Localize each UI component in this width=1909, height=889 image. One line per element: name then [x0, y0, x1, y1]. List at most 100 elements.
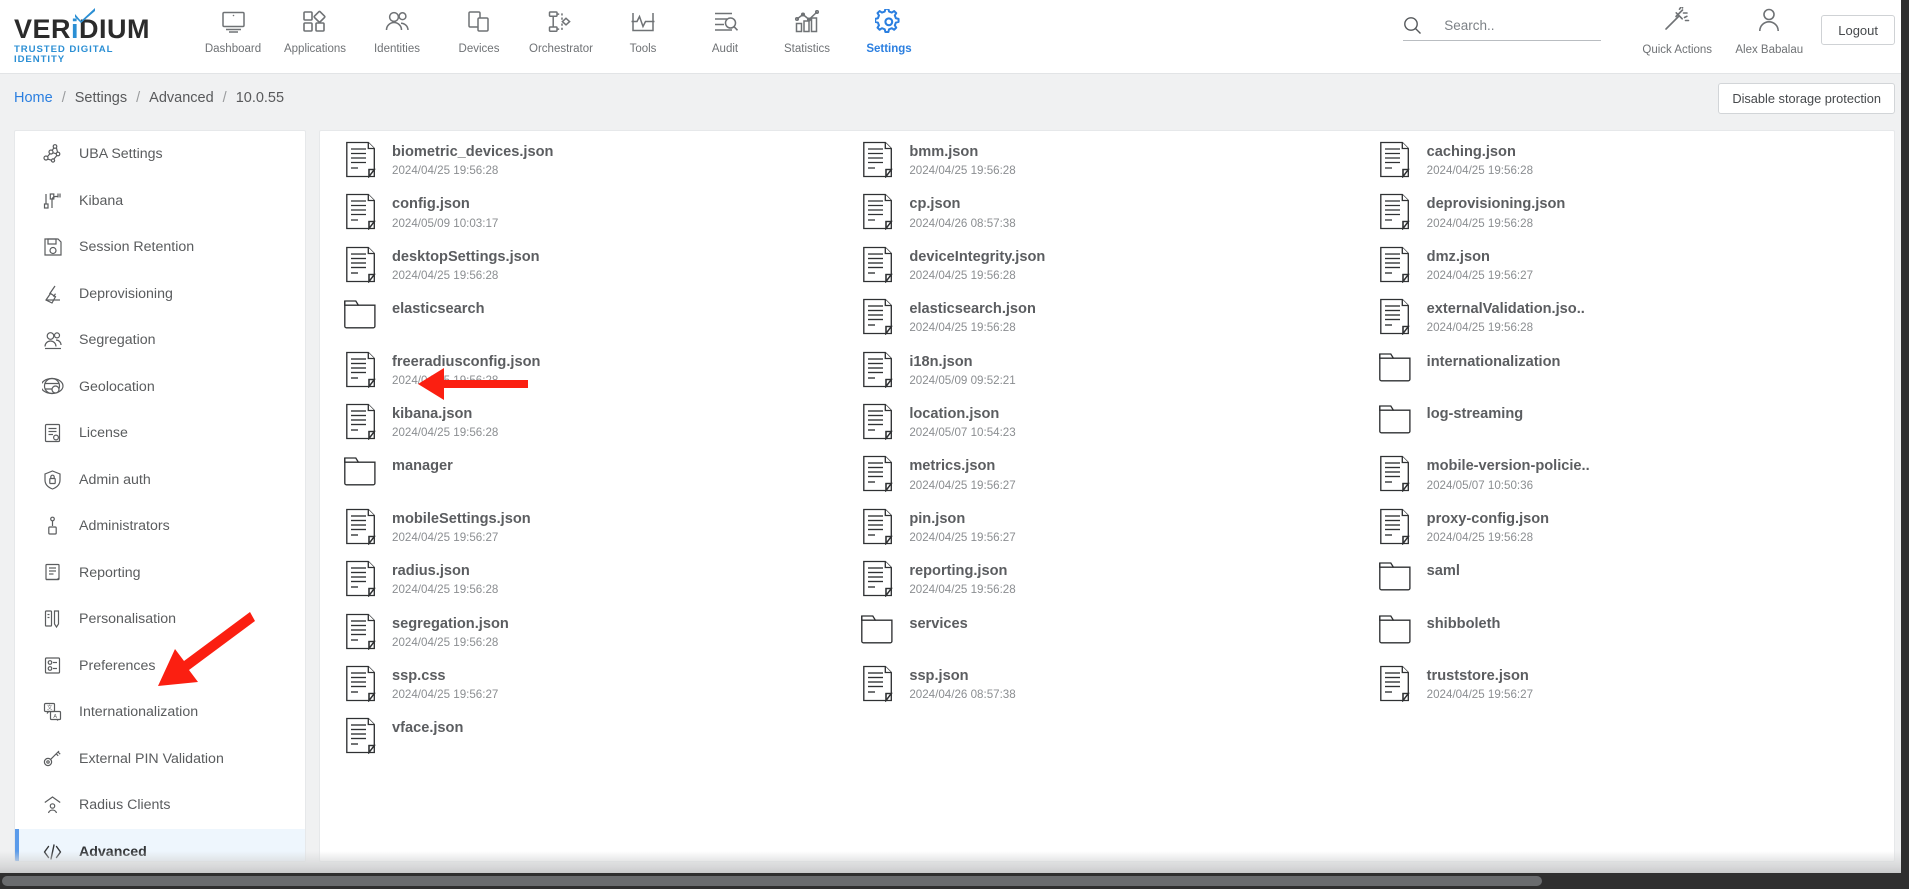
folder-item[interactable]: elasticsearch [342, 294, 859, 346]
nav-label: Identities [374, 43, 420, 55]
file-item[interactable]: kibana.json2024/04/25 19:56:28 [342, 399, 859, 451]
file-browser-panel: biometric_devices.json 2024/04/25 19:56:2… [319, 130, 1895, 862]
sidebar-item-internationalization[interactable]: 文AInternationalization [15, 689, 305, 736]
file-name: radius.json [392, 562, 498, 580]
file-icon [859, 193, 895, 233]
sidebar-item-label: Deprovisioning [79, 286, 173, 302]
breadcrumb-item-home[interactable]: Home [14, 90, 53, 106]
file-item[interactable]: mobile-version-policie..2024/05/07 10:50… [1377, 451, 1894, 503]
file-item[interactable]: freeradiusconfig.json2024/04/25 19:56:28 [342, 347, 859, 399]
file-item[interactable]: location.json2024/05/07 10:54:23 [859, 399, 1376, 451]
nav-item-audit[interactable]: Audit [684, 0, 766, 55]
sidebar-item-reporting[interactable]: Reporting [15, 550, 305, 597]
sidebar-item-external-pin-validation[interactable]: External PIN Validation [15, 736, 305, 783]
search-input[interactable]: Search.. [1403, 16, 1601, 41]
sidebar-item-kibana[interactable]: Kibana [15, 178, 305, 225]
sidebar-item-geolocation[interactable]: Geolocation [15, 364, 305, 411]
file-name: log-streaming [1427, 405, 1524, 423]
file-item[interactable]: config.json2024/05/09 10:03:17 [342, 189, 859, 241]
file-name: biometric_devices.json [392, 143, 553, 161]
breadcrumb-item-advanced[interactable]: Advanced [149, 90, 214, 106]
veridium-logo[interactable]: VERiDIUM TRUSTED DIGITAL IDENTITY [14, 0, 164, 64]
sidebar-item-license[interactable]: License [15, 410, 305, 457]
folder-item[interactable]: shibboleth [1377, 609, 1894, 661]
file-name: kibana.json [392, 405, 498, 423]
nav-item-dashboard[interactable]: Dashboard [192, 0, 274, 55]
file-item-text: mobile-version-policie..2024/05/07 10:50… [1427, 455, 1590, 492]
file-item[interactable]: desktopSettings.json2024/04/25 19:56:28 [342, 242, 859, 294]
nav-item-orchestrator[interactable]: Orchestrator [520, 0, 602, 55]
disable-storage-protection-button[interactable]: Disable storage protection [1718, 83, 1895, 114]
file-date: 2024/04/26 08:57:38 [909, 217, 1015, 231]
file-item[interactable]: deviceIntegrity.json2024/04/25 19:56:28 [859, 242, 1376, 294]
sidebar-item-personalisation[interactable]: Personalisation [15, 596, 305, 643]
file-item[interactable]: deprovisioning.json2024/04/25 19:56:28 [1377, 189, 1894, 241]
file-item[interactable]: caching.json2024/04/25 19:56:28 [1377, 137, 1894, 189]
nav-item-devices[interactable]: Devices [438, 0, 520, 55]
user-menu[interactable]: Alex Babalau [1723, 0, 1815, 56]
file-item[interactable]: mobileSettings.json2024/04/25 19:56:27 [342, 504, 859, 556]
file-item[interactable]: pin.json2024/04/25 19:56:27 [859, 504, 1376, 556]
logout-button[interactable]: Logout [1821, 15, 1895, 45]
file-item[interactable]: dmz.json2024/04/25 19:56:27 [1377, 242, 1894, 294]
nav-item-statistics[interactable]: Statistics [766, 0, 848, 55]
folder-item[interactable]: log-streaming [1377, 399, 1894, 451]
folder-item[interactable]: manager [342, 451, 859, 503]
file-icon [859, 246, 895, 286]
nav-item-applications[interactable]: Applications [274, 0, 356, 55]
file-date: 2024/04/25 19:56:28 [1427, 164, 1533, 178]
file-item-text: log-streaming [1427, 403, 1524, 423]
sidebar-item-administrators[interactable]: Administrators [15, 503, 305, 550]
breadcrumb-item-settings[interactable]: Settings [75, 90, 127, 106]
breadcrumb-item-host[interactable]: 10.0.55 [236, 90, 284, 106]
file-icon [342, 717, 378, 757]
file-item[interactable]: biometric_devices.json2024/04/25 19:56:2… [342, 137, 859, 189]
file-item[interactable]: cp.json2024/04/26 08:57:38 [859, 189, 1376, 241]
file-item[interactable]: truststore.json2024/04/25 19:56:27 [1377, 661, 1894, 713]
license-doc-icon [41, 421, 65, 445]
file-name: freeradiusconfig.json [392, 353, 540, 371]
file-item-text: ssp.css2024/04/25 19:56:27 [392, 665, 498, 702]
file-item[interactable]: metrics.json2024/04/25 19:56:27 [859, 451, 1376, 503]
sidebar-item-advanced[interactable]: Advanced [15, 829, 305, 863]
file-item-text: biometric_devices.json2024/04/25 19:56:2… [392, 141, 553, 178]
file-name: truststore.json [1427, 667, 1533, 685]
sidebar-item-uba-settings[interactable]: UBA Settings [15, 131, 305, 178]
sidebar-item-admin-auth[interactable]: Admin auth [15, 457, 305, 504]
scrollbar-thumb[interactable] [2, 876, 1542, 886]
horizontal-scrollbar[interactable] [0, 873, 1909, 889]
file-item[interactable]: vface.json [342, 713, 859, 765]
sidebar-item-deprovisioning[interactable]: Deprovisioning [15, 271, 305, 318]
folder-item[interactable]: internationalization [1377, 347, 1894, 399]
file-item[interactable]: externalValidation.jso..2024/04/25 19:56… [1377, 294, 1894, 346]
nav-item-identities[interactable]: Identities [356, 0, 438, 55]
file-item[interactable]: ssp.css2024/04/25 19:56:27 [342, 661, 859, 713]
file-item[interactable]: reporting.json2024/04/25 19:56:28 [859, 556, 1376, 608]
uba-network-icon [41, 142, 65, 166]
quick-actions-button[interactable]: Quick Actions [1631, 0, 1723, 56]
file-item[interactable]: segregation.json2024/04/25 19:56:28 [342, 609, 859, 661]
file-item[interactable]: proxy-config.json2024/04/25 19:56:28 [1377, 504, 1894, 556]
file-item-text: bmm.json2024/04/25 19:56:28 [909, 141, 1015, 178]
sidebar-item-preferences[interactable]: Preferences [15, 643, 305, 690]
nav-item-tools[interactable]: Tools [602, 0, 684, 55]
nav-item-settings[interactable]: Settings [848, 0, 930, 55]
folder-item[interactable]: saml [1377, 556, 1894, 608]
sidebar-item-label: License [79, 425, 128, 441]
file-item-text: segregation.json2024/04/25 19:56:28 [392, 613, 509, 650]
folder-item[interactable]: services [859, 609, 1376, 661]
file-item[interactable]: i18n.json2024/05/09 09:52:21 [859, 347, 1376, 399]
sidebar-item-segregation[interactable]: Segregation [15, 317, 305, 364]
sidebar-item-label: Internationalization [79, 704, 198, 720]
sidebar-item-radius-clients[interactable]: Radius Clients [15, 782, 305, 829]
file-item[interactable]: bmm.json2024/04/25 19:56:28 [859, 137, 1376, 189]
file-date: 2024/04/25 19:56:28 [909, 164, 1015, 178]
nav-label: Statistics [784, 43, 830, 55]
file-icon [342, 403, 378, 443]
file-item[interactable]: radius.json2024/04/25 19:56:28 [342, 556, 859, 608]
file-item[interactable]: ssp.json2024/04/26 08:57:38 [859, 661, 1376, 713]
sidebar-item-session-retention[interactable]: Session Retention [15, 224, 305, 271]
file-grid: biometric_devices.json 2024/04/25 19:56:2… [320, 137, 1894, 766]
sidebar-item-label: Admin auth [79, 472, 151, 488]
file-item[interactable]: elasticsearch.json2024/04/25 19:56:28 [859, 294, 1376, 346]
